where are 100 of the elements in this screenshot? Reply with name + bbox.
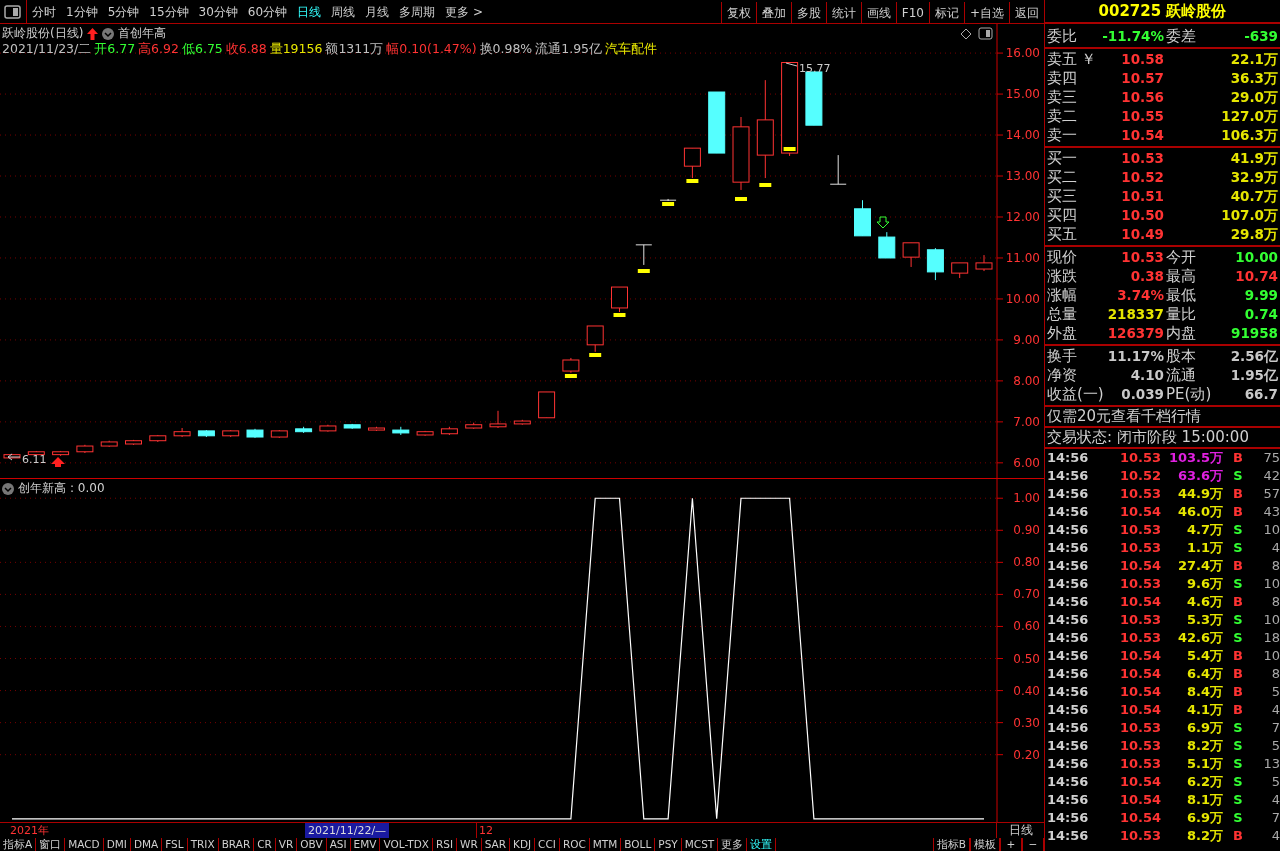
tick-volume: 1.1万	[1185, 539, 1223, 558]
order-level-label: 买三	[1047, 186, 1077, 208]
tick-count: 75	[1262, 449, 1280, 468]
toolbar-button[interactable]: F10	[895, 2, 929, 23]
indicator-tab[interactable]: MTM	[589, 838, 622, 851]
indicator-tab[interactable]: ROC	[559, 838, 590, 851]
order-price: 10.54	[1120, 126, 1164, 146]
indicator-tab[interactable]: 指标A	[0, 838, 37, 851]
high-price-label: 15.77	[785, 62, 831, 75]
indicator-tab[interactable]: TRIX	[187, 838, 219, 851]
period-tab[interactable]: 1分钟	[61, 0, 103, 23]
indicator-tab[interactable]: 模板	[970, 838, 1000, 851]
trade-side: S	[1232, 737, 1244, 756]
chart-title: 跃岭股份(日线)	[2, 26, 84, 41]
stat-label: 收益(一)	[1047, 384, 1105, 406]
order-level-label: 买一	[1047, 148, 1077, 170]
axis-tick-label: 0.20	[1013, 747, 1040, 762]
toolbar-button[interactable]: 标记	[928, 2, 964, 23]
candlestick	[270, 429, 288, 439]
trade-side: B	[1232, 593, 1244, 612]
indicator-tab[interactable]: VOL-TDX	[380, 838, 433, 851]
period-tab[interactable]: 更多 >	[440, 0, 488, 23]
tick-volume: 6.4万	[1185, 665, 1223, 684]
indicator-tab[interactable]: CCI	[535, 838, 560, 851]
signal-marker	[735, 197, 747, 201]
period-tab[interactable]: 60分钟	[242, 0, 293, 23]
quote-info-text: 2021/11/23/二	[2, 41, 92, 56]
period-tab[interactable]: 分时	[27, 0, 61, 23]
tick-count: 5	[1270, 737, 1280, 756]
indicator-tab[interactable]: CR	[254, 838, 276, 851]
indicator-tab[interactable]: BRAR	[218, 838, 255, 851]
tick-volume: 8.4万	[1185, 683, 1223, 702]
toolbar-button[interactable]: 统计	[825, 2, 861, 23]
trade-side: S	[1232, 539, 1244, 558]
tick-time: 14:56	[1046, 629, 1090, 648]
indicator-tab[interactable]: −	[1022, 838, 1044, 851]
toolbar-button[interactable]: +自选	[963, 2, 1009, 23]
stat-label: 净资	[1047, 365, 1078, 387]
indicator-tab[interactable]: DMA	[130, 838, 163, 851]
tick-volume: 5.4万	[1185, 647, 1223, 666]
stat-label: 外盘	[1047, 323, 1078, 345]
indicator-tab[interactable]: 窗口	[36, 838, 66, 851]
tick-volume: 44.9万	[1176, 485, 1223, 504]
toolbar-button[interactable]: 画线	[860, 2, 896, 23]
order-level-label: 买二	[1047, 167, 1077, 189]
tick-time: 14:56	[1046, 755, 1090, 774]
chevron-down-icon[interactable]	[2, 482, 14, 495]
indicator-tab[interactable]: FSL	[162, 838, 188, 851]
toolbar-button[interactable]: 叠加	[755, 2, 791, 23]
tick-volume: 5.1万	[1185, 755, 1223, 774]
tick-time: 14:56	[1046, 791, 1090, 810]
indicator-tab[interactable]: 指标B	[932, 838, 970, 851]
tick-volume: 5.3万	[1185, 611, 1223, 630]
stat-label: 今开	[1165, 247, 1197, 268]
candlestick	[902, 242, 920, 268]
indicator-tab[interactable]: RSI	[432, 838, 457, 851]
indicator-tab[interactable]: +	[1000, 838, 1022, 851]
indicator-tab[interactable]: WR	[457, 838, 482, 851]
candlestick	[368, 426, 385, 432]
candlestick	[586, 325, 604, 353]
tick-time: 14:56	[1046, 521, 1090, 540]
indicator-tab[interactable]: 更多	[718, 838, 748, 851]
period-tab[interactable]: 5分钟	[102, 0, 145, 23]
stat-label: 最低	[1165, 285, 1197, 306]
chevron-down-icon[interactable]	[102, 27, 115, 40]
period-tab[interactable]: 15分钟	[144, 0, 194, 23]
promo-link[interactable]: 仅需20元查看千档行情	[1047, 407, 1278, 426]
tick-count: 42	[1262, 467, 1280, 486]
toolbar-button[interactable]: 复权	[720, 2, 756, 23]
period-tab[interactable]: 日线	[292, 0, 327, 23]
period-tab[interactable]: 周线	[326, 0, 361, 23]
period-tab[interactable]: 30分钟	[193, 0, 243, 23]
stat-label: PE(动)	[1165, 384, 1213, 406]
indicator-tab[interactable]: KDJ	[510, 838, 536, 851]
indicator-tab[interactable]: ASI	[326, 838, 351, 851]
toolbar-button[interactable]: 多股	[790, 2, 826, 23]
stat-label: 内盘	[1165, 323, 1197, 345]
indicator-tab[interactable]: EMV	[350, 838, 381, 851]
price-axis-label: 14.00	[1005, 128, 1040, 143]
toolbar-button[interactable]: 返回	[1009, 2, 1044, 23]
period-tab[interactable]: 多周期	[394, 0, 441, 23]
period-tab[interactable]: 月线	[360, 0, 395, 23]
axis-tick-label: 1.00	[1013, 491, 1040, 506]
order-price: 10.56	[1120, 88, 1164, 108]
indicator-tab[interactable]: VR	[275, 838, 298, 851]
indicator-tab[interactable]: DMI	[103, 838, 131, 851]
indicator-tab[interactable]: PSY	[655, 838, 682, 851]
tick-count: 57	[1262, 485, 1280, 504]
indicator-tab[interactable]: SAR	[481, 838, 511, 851]
indicator-tab[interactable]: 设置	[747, 838, 777, 851]
trade-side: S	[1232, 629, 1244, 648]
stock-code: 002725	[1098, 2, 1162, 20]
indicator-tab[interactable]: OBV	[297, 838, 327, 851]
indicator-tab[interactable]: MCST	[681, 838, 719, 851]
stat-value: 10.74	[1234, 267, 1278, 287]
indicator-tab[interactable]: BOLL	[621, 838, 656, 851]
indicator-tab[interactable]: MACD	[65, 838, 104, 851]
trading-status: 交易状态: 闭市阶段 15:00:00	[1047, 428, 1250, 447]
order-volume: 22.1万	[1229, 50, 1278, 70]
order-volume: 36.3万	[1229, 69, 1278, 89]
